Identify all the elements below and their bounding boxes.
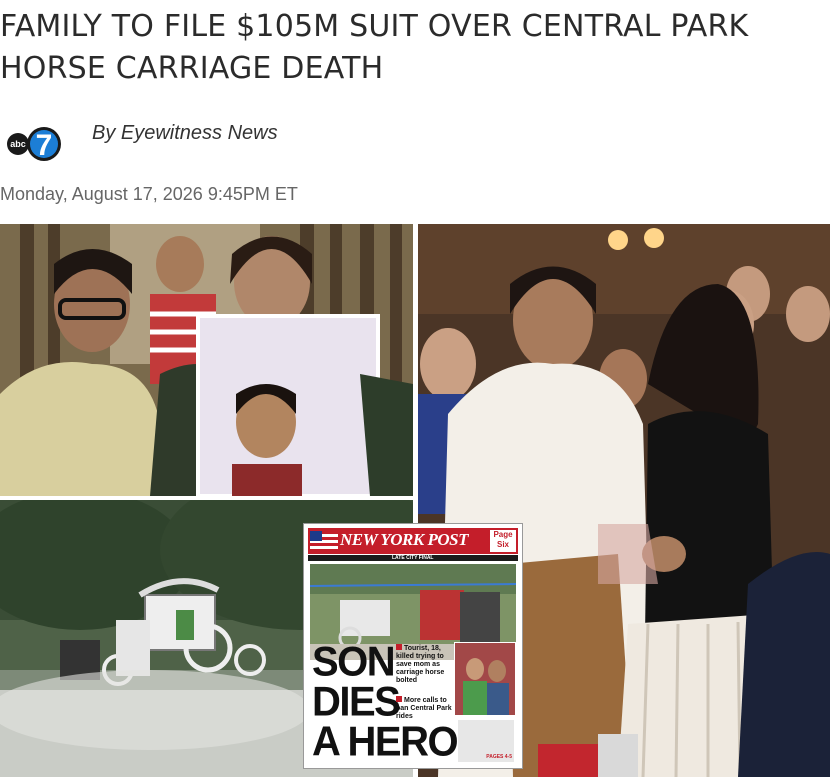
bullet-square-icon — [396, 644, 402, 650]
newspaper-inset-photo — [454, 642, 516, 716]
logo-number: 7 — [36, 129, 53, 162]
newspaper-headline-line-2: DIES — [312, 678, 401, 726]
bullet-square-icon — [396, 696, 402, 702]
newspaper-ads-box: PAGES 4-5 — [458, 720, 514, 762]
newspaper-headline-line-1: SON — [312, 638, 396, 686]
article-date: Monday, August 17, 2026 9:45PM ET — [0, 184, 298, 204]
newspaper-bullet-2: More calls to ban Central Park rides — [396, 696, 452, 720]
page-six-badge: Page Six — [490, 530, 516, 552]
newspaper-headline-line-3: A HERO — [312, 718, 459, 766]
newspaper-masthead: NEW YORK POST Page Six — [308, 528, 518, 554]
byline-row: abc 7 By Eyewitness News — [6, 120, 406, 168]
byline[interactable]: By Eyewitness News — [92, 122, 278, 145]
us-flag-icon — [310, 531, 338, 551]
article-headline: FAMILY TO FILE $105M SUIT OVER CENTRAL P… — [0, 9, 749, 86]
newspaper-title: NEW YORK POST — [340, 530, 468, 549]
family-memorial-photo — [0, 224, 413, 496]
edition-label: LATE CITY FINAL — [392, 555, 434, 561]
newspaper-bullet-1: Tourist, 18, killed trying to save mom a… — [396, 644, 445, 684]
pages-tag: PAGES 4-5 — [486, 754, 512, 760]
abc-logo-text: abc — [10, 139, 26, 149]
abc7-logo-icon: abc 7 — [7, 127, 61, 162]
newspaper-cover: NEW YORK POST Page Six LATE CITY FINAL S… — [304, 524, 522, 768]
